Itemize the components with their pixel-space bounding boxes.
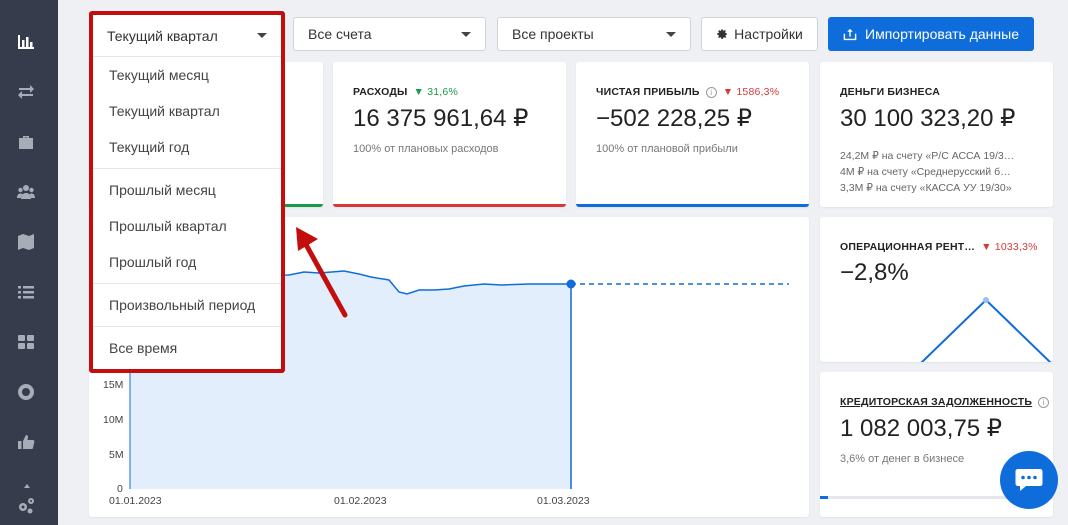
period-select[interactable]: Текущий квартал bbox=[93, 15, 281, 57]
period-option-last-year[interactable]: Прошлый год bbox=[93, 244, 281, 280]
creditor-progress-fill bbox=[820, 496, 829, 499]
y-tick-label: 15M bbox=[103, 379, 124, 391]
period-option-last-quarter[interactable]: Прошлый квартал bbox=[93, 208, 281, 244]
period-dropdown[interactable]: Текущий квартал Текущий месяц Текущий кв… bbox=[89, 11, 285, 373]
account-line: 3,3М ₽ на счету «КАССА УУ 19/30» bbox=[840, 182, 1012, 194]
x-tick-label: 01.01.2023 bbox=[109, 495, 162, 507]
profit-sub: 100% от плановой прибыли bbox=[596, 143, 738, 155]
op-profit-label-text: ОПЕРАЦИОННАЯ РЕНТ… bbox=[840, 241, 976, 253]
expenses-card-label: РАСХОДЫ ▼ 31,6% bbox=[353, 86, 458, 98]
period-option-last-month[interactable]: Прошлый месяц bbox=[93, 172, 281, 208]
period-option-all-time[interactable]: Все время bbox=[93, 330, 281, 366]
op-profit-card-label: ОПЕРАЦИОННАЯ РЕНТ… ▼ 1033,3% bbox=[840, 241, 1038, 253]
list-icon[interactable] bbox=[16, 282, 36, 302]
import-data-button-label: Импортировать данные bbox=[865, 26, 1019, 42]
upload-icon bbox=[843, 28, 857, 40]
x-tick-label: 01.02.2023 bbox=[334, 495, 387, 507]
period-option-current-year[interactable]: Текущий год bbox=[93, 129, 281, 165]
sidebar bbox=[0, 0, 58, 525]
operating-profitability-card[interactable]: ОПЕРАЦИОННАЯ РЕНТ… ▼ 1033,3% −2,8% bbox=[820, 217, 1053, 362]
profit-card[interactable]: ЧИСТАЯ ПРИБЫЛЬ i ▼ 1586,3% −502 228,25 ₽… bbox=[576, 62, 809, 207]
profit-value: −502 228,25 ₽ bbox=[596, 105, 753, 132]
profit-card-bar bbox=[576, 204, 809, 207]
accounts-select-value: Все счета bbox=[308, 26, 372, 42]
expenses-card-bar bbox=[333, 204, 566, 207]
y-tick-label: 10M bbox=[103, 414, 124, 426]
divider bbox=[93, 326, 281, 327]
transfer-icon[interactable] bbox=[16, 82, 36, 102]
chat-button[interactable] bbox=[1000, 451, 1058, 509]
period-option-current-month[interactable]: Текущий месяц bbox=[93, 57, 281, 93]
period-select-value: Текущий квартал bbox=[107, 27, 218, 44]
settings-button-label: Настройки bbox=[734, 26, 803, 42]
creditor-value: 1 082 003,75 ₽ bbox=[840, 415, 1003, 442]
account-line: 4М ₽ на счету «Среднерусский б… bbox=[840, 166, 1011, 178]
x-tick-label: 01.03.2023 bbox=[537, 495, 590, 507]
profit-card-label: ЧИСТАЯ ПРИБЫЛЬ i ▼ 1586,3% bbox=[596, 86, 779, 98]
import-data-button[interactable]: Импортировать данные bbox=[828, 17, 1034, 51]
expenses-trend: ▼ 31,6% bbox=[413, 86, 458, 98]
thumbs-up-icon[interactable] bbox=[16, 432, 36, 452]
briefcase-icon[interactable] bbox=[16, 132, 36, 152]
creditor-sub: 3,6% от денег в бизнесе bbox=[840, 453, 965, 465]
business-money-label: ДЕНЬГИ БИЗНЕСА bbox=[840, 86, 940, 98]
y-tick-label: 0 bbox=[117, 483, 123, 495]
gears-icon[interactable] bbox=[16, 495, 36, 515]
lifebuoy-icon[interactable] bbox=[16, 382, 36, 402]
creditor-card-label: КРЕДИТОРСКАЯ ЗАДОЛЖЕННОСТЬ i bbox=[840, 396, 1050, 408]
profit-trend: ▼ 1586,3% bbox=[722, 86, 780, 98]
business-money-value: 30 100 323,20 ₽ bbox=[840, 105, 1016, 132]
expenses-value: 16 375 961,64 ₽ bbox=[353, 105, 529, 132]
chevron-down-icon bbox=[461, 32, 471, 37]
period-option-current-quarter[interactable]: Текущий квартал bbox=[93, 93, 281, 129]
accounts-select[interactable]: Все счета bbox=[293, 17, 486, 51]
profit-label-text: ЧИСТАЯ ПРИБЫЛЬ bbox=[596, 86, 700, 98]
info-icon[interactable]: i bbox=[705, 86, 717, 98]
annotation-arrow-icon bbox=[296, 227, 348, 318]
divider bbox=[93, 283, 281, 284]
expenses-card[interactable]: РАСХОДЫ ▼ 31,6% 16 375 961,64 ₽ 100% от … bbox=[333, 62, 566, 207]
chevron-down-icon bbox=[666, 32, 676, 37]
creditor-label-text: КРЕДИТОРСКАЯ ЗАДОЛЖЕННОСТЬ bbox=[840, 396, 1033, 408]
business-money-card[interactable]: ДЕНЬГИ БИЗНЕСА 30 100 323,20 ₽ 24,2М ₽ н… bbox=[820, 62, 1053, 207]
gear-icon bbox=[717, 29, 727, 39]
account-line: 24,2М ₽ на счету «Р/С АССА 19/3… bbox=[840, 150, 1015, 162]
chevron-down-icon bbox=[257, 33, 267, 38]
expenses-label-text: РАСХОДЫ bbox=[353, 86, 408, 98]
op-profit-sparkline bbox=[920, 297, 1052, 362]
info-icon[interactable]: i bbox=[1038, 396, 1050, 408]
bar-chart-icon[interactable] bbox=[16, 32, 36, 52]
divider bbox=[93, 168, 281, 169]
projects-select[interactable]: Все проекты bbox=[497, 17, 691, 51]
chat-icon bbox=[1015, 469, 1043, 491]
projects-select-value: Все проекты bbox=[512, 26, 594, 42]
period-option-custom[interactable]: Произвольный период bbox=[93, 287, 281, 323]
op-profit-trend: ▼ 1033,3% bbox=[981, 241, 1038, 253]
map-icon[interactable] bbox=[16, 232, 36, 252]
users-icon[interactable] bbox=[16, 182, 36, 202]
y-tick-label: 5M bbox=[109, 449, 124, 461]
op-profit-value: −2,8% bbox=[840, 259, 909, 286]
scroll-up-icon[interactable] bbox=[24, 484, 30, 488]
expenses-sub: 100% от плановых расходов bbox=[353, 143, 499, 155]
grid-icon[interactable] bbox=[16, 332, 36, 352]
settings-button[interactable]: Настройки bbox=[701, 17, 818, 51]
